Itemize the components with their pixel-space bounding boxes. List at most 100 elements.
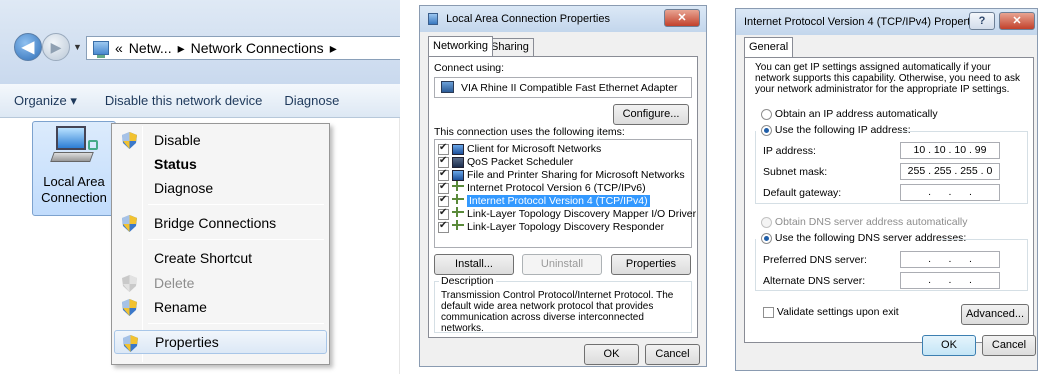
components-list: Client for Microsoft Networks QoS Packet… <box>434 139 696 248</box>
close-button[interactable]: ✕ <box>664 9 700 27</box>
breadcrumb-separator-icon[interactable]: ▸ <box>330 40 337 57</box>
navigation-bar: ◀ ▶ ▼ « Netw... ▸ Network Connections ▸ <box>0 0 400 84</box>
component-checkbox[interactable] <box>438 207 449 220</box>
list-item[interactable]: Client for Microsoft Networks <box>438 142 602 155</box>
default-gateway-label: Default gateway: <box>763 187 842 199</box>
client-icon <box>452 143 464 155</box>
network-adapter-icon <box>50 126 98 166</box>
checkbox-label: Validate settings upon exit <box>776 306 899 318</box>
general-tab-page: You can get IP settings assigned automat… <box>744 57 1034 343</box>
configure-button[interactable]: Configure... <box>613 104 689 125</box>
close-icon: ✕ <box>677 12 687 24</box>
properties-button[interactable]: Properties <box>611 254 691 275</box>
local-area-connection-item[interactable]: Local Area Connection <box>32 121 116 216</box>
menu-item-label: Status <box>154 156 197 172</box>
list-item-label: Link-Layer Topology Discovery Mapper I/O… <box>467 208 697 220</box>
diagnose-button[interactable]: Diagnose <box>284 93 339 108</box>
menu-item-status[interactable]: Status <box>114 152 327 176</box>
list-item[interactable]: Internet Protocol Version 6 (TCP/IPv6) <box>438 181 646 194</box>
address-bar[interactable]: « Netw... ▸ Network Connections ▸ <box>86 36 400 60</box>
radio-button[interactable] <box>761 108 772 120</box>
cancel-button[interactable]: Cancel <box>645 344 700 365</box>
explorer-window: ◀ ▶ ▼ « Netw... ▸ Network Connections ▸ … <box>0 0 400 374</box>
menu-item-bridge-connections[interactable]: Bridge Connections <box>114 211 327 235</box>
tab-networking[interactable]: Networking <box>428 36 494 56</box>
list-item[interactable]: File and Printer Sharing for Microsoft N… <box>438 168 685 181</box>
uac-shield-icon <box>123 335 138 352</box>
protocol-icon <box>452 181 464 192</box>
dialog-title: Internet Protocol Version 4 (TCP/IPv4) P… <box>744 16 985 28</box>
command-bar: Organize ▾ Disable this network device D… <box>0 84 400 118</box>
protocol-icon <box>452 194 464 205</box>
breadcrumb-separator-icon[interactable]: ▸ <box>178 40 185 57</box>
list-item[interactable]: Link-Layer Topology Discovery Mapper I/O… <box>438 207 697 220</box>
intro-text: You can get IP settings assigned automat… <box>755 62 1020 95</box>
obtain-dns-automatically-radio: Obtain DNS server address automatically <box>761 216 968 228</box>
menu-separator <box>148 323 324 324</box>
checkbox[interactable] <box>763 306 774 318</box>
list-item-label: Link-Layer Topology Discovery Responder <box>467 221 665 233</box>
menu-item-create-shortcut[interactable]: Create Shortcut <box>114 246 327 270</box>
menu-item-delete: Delete <box>114 271 327 295</box>
install-button[interactable]: Install... <box>434 254 514 275</box>
forward-arrow-icon: ▶ <box>50 38 62 55</box>
client-icon <box>452 169 464 181</box>
ip-address-input[interactable]: 10 . 10 . 10 . 99 <box>900 142 1000 159</box>
list-item-selected[interactable]: Internet Protocol Version 4 (TCP/IPv4) <box>438 194 650 207</box>
preferred-dns-input[interactable]: . . . <box>900 251 1000 268</box>
close-button[interactable]: ✕ <box>999 12 1035 30</box>
close-icon: ✕ <box>1012 15 1022 27</box>
recent-pages-dropdown-icon[interactable]: ▼ <box>73 42 82 52</box>
ipv4-properties-dialog: Internet Protocol Version 4 (TCP/IPv4) P… <box>735 8 1038 371</box>
component-checkbox[interactable] <box>438 194 449 207</box>
uninstall-button: Uninstall <box>522 254 602 275</box>
menu-item-diagnose[interactable]: Diagnose <box>114 176 327 200</box>
forward-button[interactable]: ▶ <box>42 33 70 61</box>
breadcrumb-network-connections[interactable]: Network Connections <box>191 40 324 56</box>
radio-label: Obtain an IP address automatically <box>774 108 938 120</box>
breadcrumb-network[interactable]: Netw... <box>129 40 172 56</box>
menu-item-disable[interactable]: Disable <box>114 128 327 152</box>
lac-properties-dialog: Local Area Connection Properties ✕ Netwo… <box>419 5 707 367</box>
advanced-button[interactable]: Advanced... <box>961 304 1029 325</box>
menu-item-rename[interactable]: Rename <box>114 295 327 319</box>
alternate-dns-label: Alternate DNS server: <box>763 275 866 287</box>
help-button[interactable]: ? <box>969 12 995 30</box>
dialog-title: Local Area Connection Properties <box>446 13 610 25</box>
cancel-button[interactable]: Cancel <box>982 335 1036 356</box>
back-button[interactable]: ◀ <box>14 33 42 61</box>
component-checkbox[interactable] <box>438 220 449 233</box>
menu-separator <box>148 204 324 205</box>
items-label: This connection uses the following items… <box>434 126 625 138</box>
list-item[interactable]: QoS Packet Scheduler <box>438 155 573 168</box>
radio-button <box>761 216 772 228</box>
protocol-icon <box>452 220 464 231</box>
menu-item-properties[interactable]: Properties <box>114 330 327 354</box>
list-item-label: Client for Microsoft Networks <box>467 143 602 155</box>
uac-shield-icon <box>122 275 137 292</box>
ok-button[interactable]: OK <box>922 335 976 356</box>
breadcrumb-overflow[interactable]: « <box>115 40 123 56</box>
obtain-ip-automatically-radio[interactable]: Obtain an IP address automatically <box>761 108 938 120</box>
tab-general[interactable]: General <box>744 37 794 57</box>
component-checkbox[interactable] <box>438 168 449 181</box>
qos-icon <box>452 156 464 168</box>
menu-item-label: Diagnose <box>154 180 214 196</box>
disable-device-button[interactable]: Disable this network device <box>105 93 263 108</box>
ok-button[interactable]: OK <box>584 344 639 365</box>
alternate-dns-input[interactable]: . . . <box>900 272 1000 289</box>
help-icon: ? <box>978 15 986 27</box>
ip-address-label: IP address: <box>763 145 816 157</box>
subnet-mask-input[interactable]: 255 . 255 . 255 . 0 <box>900 163 1000 180</box>
networking-tab-page: Connect using: VIA Rhine II Compatible F… <box>428 56 698 338</box>
description-label: Description <box>439 275 496 287</box>
menu-item-label: Properties <box>155 334 219 350</box>
component-checkbox[interactable] <box>438 155 449 168</box>
tab-sharing[interactable]: Sharing <box>486 38 534 56</box>
validate-settings-checkbox[interactable]: Validate settings upon exit <box>763 306 899 318</box>
component-checkbox[interactable] <box>438 181 449 194</box>
component-checkbox[interactable] <box>438 142 449 155</box>
default-gateway-input[interactable]: . . . <box>900 184 1000 201</box>
list-item[interactable]: Link-Layer Topology Discovery Responder <box>438 220 665 233</box>
organize-button[interactable]: Organize ▾ <box>14 93 77 109</box>
